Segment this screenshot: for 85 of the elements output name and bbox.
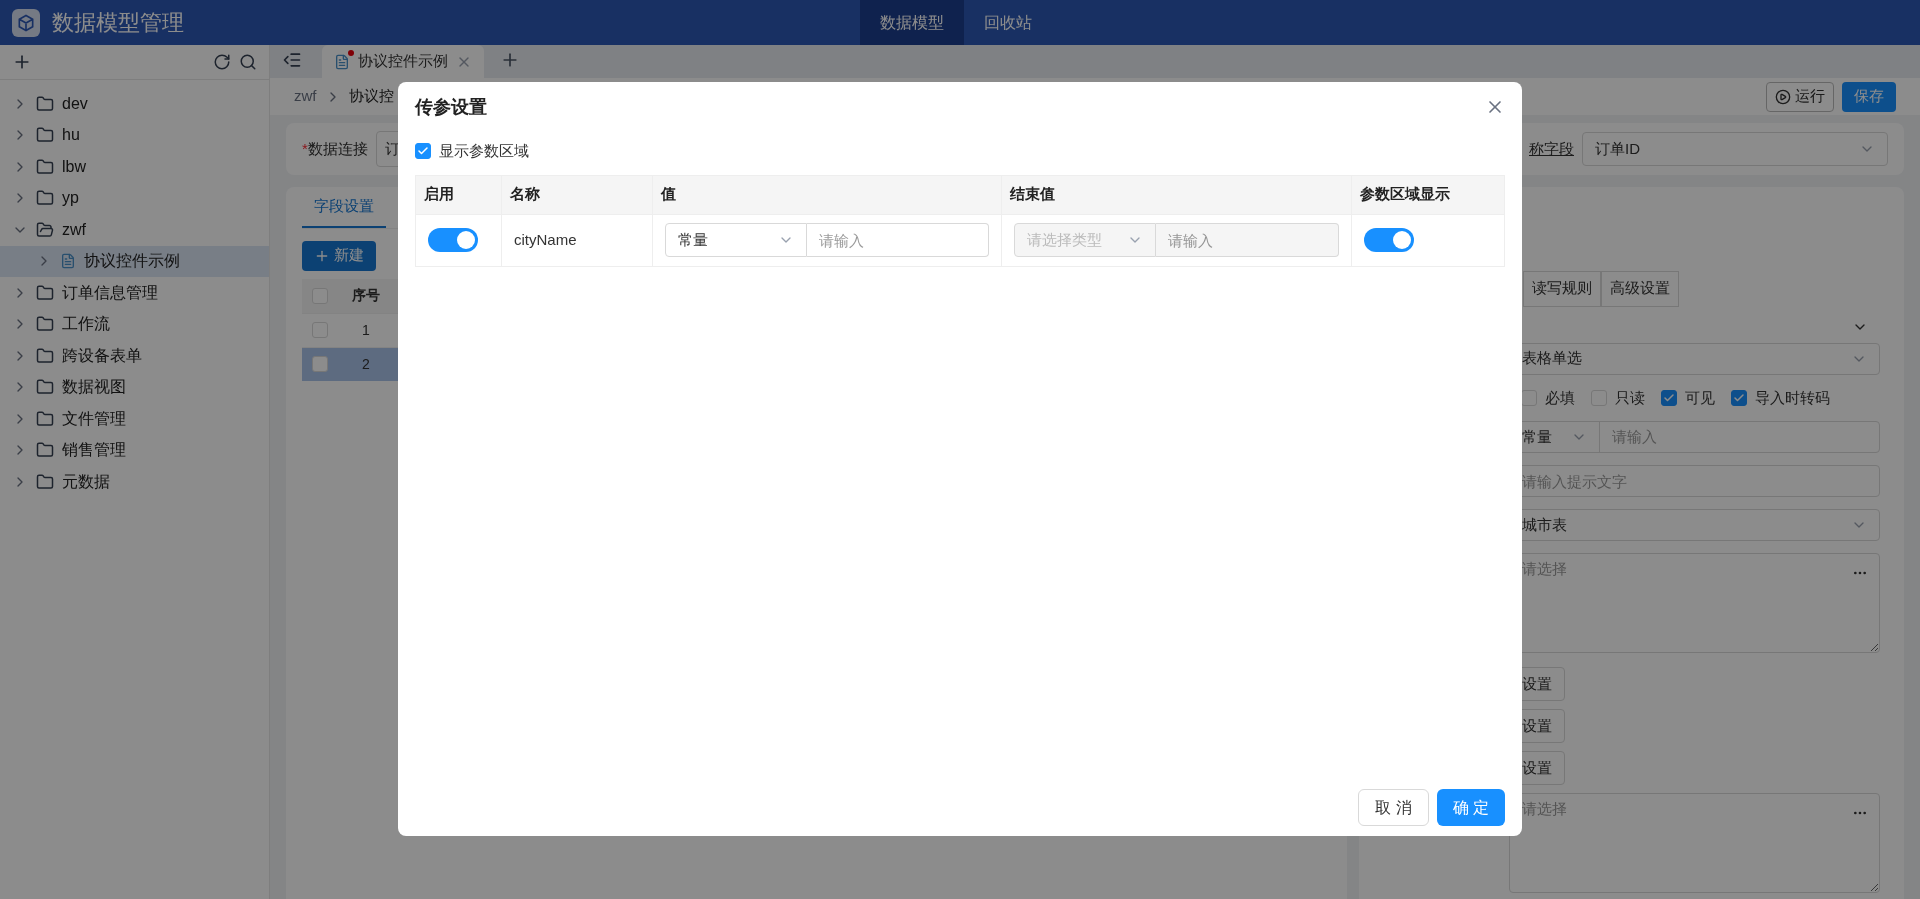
app-title: 数据模型管理 [52, 9, 184, 37]
tree-item[interactable]: 协议控件示例 [0, 245, 269, 277]
search-icon[interactable] [239, 53, 257, 71]
check-icon [1663, 391, 1675, 404]
select-field[interactable]: 订单ID [1582, 131, 1888, 166]
folder-icon [36, 409, 54, 428]
toggle-switch[interactable] [1364, 228, 1414, 252]
new-button[interactable]: 新建 [302, 240, 376, 271]
nav-tab[interactable]: 回收站 [964, 0, 1052, 45]
checkbox-label: 只读 [1615, 387, 1645, 408]
dialog-title: 传参设置 [415, 95, 487, 119]
column-header: 序号 [351, 286, 381, 305]
column-header: 结束值 [1010, 184, 1055, 205]
folder-icon [36, 346, 54, 365]
table-cell-text: cityName [514, 229, 577, 250]
tree-label: 文件管理 [62, 408, 126, 429]
breadcrumb-link[interactable]: zwf [294, 85, 317, 108]
tree-label: 销售管理 [62, 440, 126, 461]
checkbox[interactable] [1731, 389, 1747, 406]
field-label: *数据连接 [302, 138, 368, 159]
tree-label: lbw [62, 156, 86, 177]
tree-item[interactable]: dev [0, 88, 269, 120]
tab-label: 协议控件示例 [358, 51, 448, 72]
tree-label: 元数据 [62, 471, 110, 492]
check-icon [1733, 391, 1745, 404]
tree-item[interactable]: lbw [0, 151, 269, 183]
tree-item[interactable]: 跨设备表单 [0, 340, 269, 372]
table-cell-text: 2 [361, 354, 371, 374]
settings-tab[interactable]: 高级设置 [1601, 270, 1679, 307]
breadcrumb-current: 协议控 [348, 86, 394, 107]
play-icon [1775, 88, 1791, 105]
tree-label: 协议控件示例 [84, 251, 180, 272]
checkbox-label: 必填 [1545, 387, 1575, 408]
checkbox[interactable] [1661, 389, 1677, 406]
logo-icon [12, 8, 40, 37]
tree-label: 跨设备表单 [62, 345, 142, 366]
folder-icon [36, 315, 54, 334]
page-tab[interactable]: 协议控件示例 [322, 45, 484, 78]
tree-item[interactable]: zwf [0, 214, 269, 246]
column-header: 参数区域显示 [1360, 184, 1450, 205]
collapse-icon[interactable] [282, 50, 302, 70]
column-header: 名称 [510, 184, 540, 205]
folder-icon [36, 94, 54, 113]
folder-icon [36, 220, 54, 239]
folder-icon [36, 472, 54, 491]
tree-label: yp [62, 188, 79, 209]
cancel-button[interactable]: 取 消 [1358, 789, 1429, 826]
confirm-button[interactable]: 确 定 [1436, 789, 1505, 826]
folder-icon [36, 157, 54, 176]
tree-label: 工作流 [62, 314, 110, 335]
tree-item[interactable]: 销售管理 [0, 434, 269, 466]
table-cell-text: 1 [361, 320, 371, 340]
tree-item[interactable]: 文件管理 [0, 403, 269, 435]
folder-icon [36, 441, 54, 460]
folder-icon [36, 378, 54, 397]
folder-icon [36, 189, 54, 208]
checkbox-label: 可见 [1685, 387, 1715, 408]
tree-label: 订单信息管理 [62, 282, 158, 303]
tree-item[interactable]: yp [0, 182, 269, 214]
folder-icon [36, 126, 54, 145]
select-field[interactable]: 常量 [665, 223, 807, 257]
toggle-switch[interactable] [428, 228, 478, 252]
document-icon [60, 253, 76, 270]
refresh-icon[interactable] [213, 53, 231, 71]
column-header: 值 [661, 184, 676, 205]
folder-icon [36, 283, 54, 302]
field-tab[interactable]: 字段设置 [302, 195, 386, 228]
checkbox-label: 显示参数区域 [439, 141, 529, 161]
column-header: 启用 [424, 184, 454, 205]
tree-item[interactable]: hu [0, 119, 269, 151]
tree-label: 数据视图 [62, 377, 126, 398]
run-button[interactable]: 运行 [1766, 81, 1834, 112]
tree-item[interactable]: 工作流 [0, 308, 269, 340]
tree-label: dev [62, 93, 88, 114]
tree-item[interactable]: 元数据 [0, 466, 269, 498]
field-link[interactable]: 称字段 [1529, 137, 1574, 161]
checkbox[interactable] [415, 143, 431, 160]
checkbox-label: 导入时转码 [1755, 387, 1830, 408]
input-field[interactable]: 请输入 [807, 223, 989, 257]
nav-tab[interactable]: 数据模型 [860, 0, 964, 45]
tree-item[interactable]: 数据视图 [0, 371, 269, 403]
tree-item[interactable]: 订单信息管理 [0, 277, 269, 309]
tree-label: hu [62, 125, 80, 146]
tree-label: zwf [62, 219, 86, 240]
settings-tab[interactable]: 读写规则 [1523, 270, 1601, 307]
